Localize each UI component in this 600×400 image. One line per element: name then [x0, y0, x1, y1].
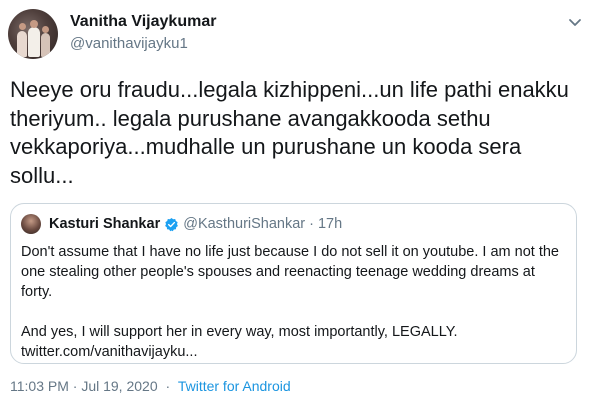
separator-dot: ·: [309, 216, 314, 232]
tweet-timestamp[interactable]: 11:03 PM · Jul 19, 2020: [10, 378, 158, 394]
author-handle[interactable]: @vanithavijayku1: [70, 35, 188, 52]
avatar-figure-head: [30, 20, 38, 28]
avatar-figure: [17, 31, 27, 57]
verified-badge-icon: [165, 217, 179, 231]
author-avatar[interactable]: [8, 9, 58, 59]
tweet-source-link[interactable]: Twitter for Android: [178, 378, 291, 394]
quoted-paragraph: And yes, I will support her in every way…: [21, 322, 566, 362]
avatar-figure: [41, 33, 50, 57]
tweet-meta: 11:03 PM · Jul 19, 2020 · Twitter for An…: [10, 378, 291, 394]
quoted-tweet-header: Kasturi Shankar @KasthuriShankar · 17h: [49, 216, 342, 232]
author-name[interactable]: Vanitha Vijaykumar: [70, 13, 216, 31]
quoted-author-handle[interactable]: @KasthuriShankar: [183, 216, 305, 232]
quoted-link[interactable]: twitter.com/vanithavijayku...: [21, 344, 198, 360]
quoted-paragraph: Don't assume that I have no life just be…: [21, 244, 559, 300]
quoted-tweet-body: Don't assume that I have no life just be…: [21, 242, 566, 362]
separator-dot: ·: [165, 378, 171, 394]
chevron-down-icon[interactable]: [567, 14, 583, 30]
avatar-figure-head: [19, 23, 26, 30]
avatar-figure: [28, 27, 40, 57]
tweet-text: Neeye oru fraudu...legala kizhippeni...u…: [10, 77, 569, 188]
quoted-tweet[interactable]: Kasturi Shankar @KasthuriShankar · 17h D…: [10, 203, 577, 364]
avatar-figure-head: [42, 26, 49, 33]
quoted-paragraph-text: And yes, I will support her in every way…: [21, 324, 458, 340]
quoted-author-avatar[interactable]: [21, 214, 41, 234]
quoted-author-name[interactable]: Kasturi Shankar: [49, 216, 160, 232]
quoted-timestamp[interactable]: 17h: [318, 216, 342, 232]
